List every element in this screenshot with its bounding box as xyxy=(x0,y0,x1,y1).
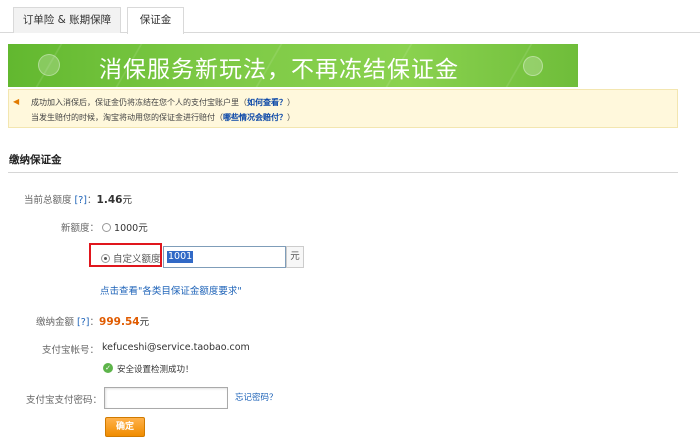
speaker-icon: ◀ xyxy=(13,97,20,106)
tab-deposit[interactable]: 保证金 xyxy=(127,7,184,34)
option-1000[interactable]: 1000元 xyxy=(102,220,148,234)
notice-box: ◀ 成功加入消保后，保证金仍将冻结在您个人的支付宝账户里（如何查看？） 当发生赔… xyxy=(8,89,678,128)
notice-line-2: 当发生赔付的时候，淘宝将动用您的保证金进行赔付（哪些情况会赔付？） xyxy=(31,113,295,122)
section-title: 缴纳保证金 xyxy=(9,154,62,166)
section-divider xyxy=(8,172,678,173)
help-icon[interactable]: [?] xyxy=(77,317,89,328)
promo-banner[interactable]: 消保服务新玩法，不再冻结保证金 xyxy=(8,44,578,87)
password-label: 支付宝支付密码： xyxy=(26,395,103,406)
forgot-password-link[interactable]: 忘记密码？ xyxy=(235,391,278,403)
security-check-text: 安全设置检测成功！ xyxy=(117,365,194,375)
custom-quota-value: 1001 xyxy=(167,251,194,263)
notice-line-1: 成功加入消保后，保证金仍将冻结在您个人的支付宝账户里（如何查看？） xyxy=(31,98,295,107)
password-input[interactable] xyxy=(104,387,228,409)
tab-bar: 订单险 & 账期保障 保证金 xyxy=(0,0,700,34)
coin-icon xyxy=(38,54,60,76)
confirm-button[interactable]: 确定 xyxy=(105,417,145,437)
current-total-row: 当前总额度 [?]：1.46元 xyxy=(24,194,132,206)
pay-amount-value: 999.54 xyxy=(99,316,140,328)
how-to-view-link[interactable]: 如何查看？ xyxy=(247,98,287,107)
compensation-cases-link[interactable]: 哪些情况会赔付？ xyxy=(223,113,287,122)
option-custom[interactable]: 自定义额度 xyxy=(101,251,161,265)
requirements-link[interactable]: 点击查看"各类目保证金额度要求" xyxy=(100,283,242,297)
radio-1000[interactable] xyxy=(102,223,111,232)
help-icon[interactable]: [?] xyxy=(75,195,87,206)
alipay-account-value: kefuceshi@service.taobao.com xyxy=(102,342,250,353)
new-quota-label: 新额度： xyxy=(61,223,100,234)
coin-icon xyxy=(523,56,543,76)
custom-unit: 元 xyxy=(286,246,304,268)
pay-amount-row: 缴纳金额 [?]：999.54元 xyxy=(36,316,150,328)
alipay-account-label: 支付宝帐号： xyxy=(42,345,100,356)
current-total-value: 1.46 xyxy=(96,194,123,206)
radio-custom[interactable] xyxy=(101,254,110,263)
banner-text: 消保服务新玩法，不再冻结保证金 xyxy=(99,57,459,83)
tab-order-insurance[interactable]: 订单险 & 账期保障 xyxy=(13,7,121,33)
check-icon: ✓ xyxy=(103,363,113,373)
custom-quota-input[interactable]: 1001 xyxy=(163,246,286,268)
